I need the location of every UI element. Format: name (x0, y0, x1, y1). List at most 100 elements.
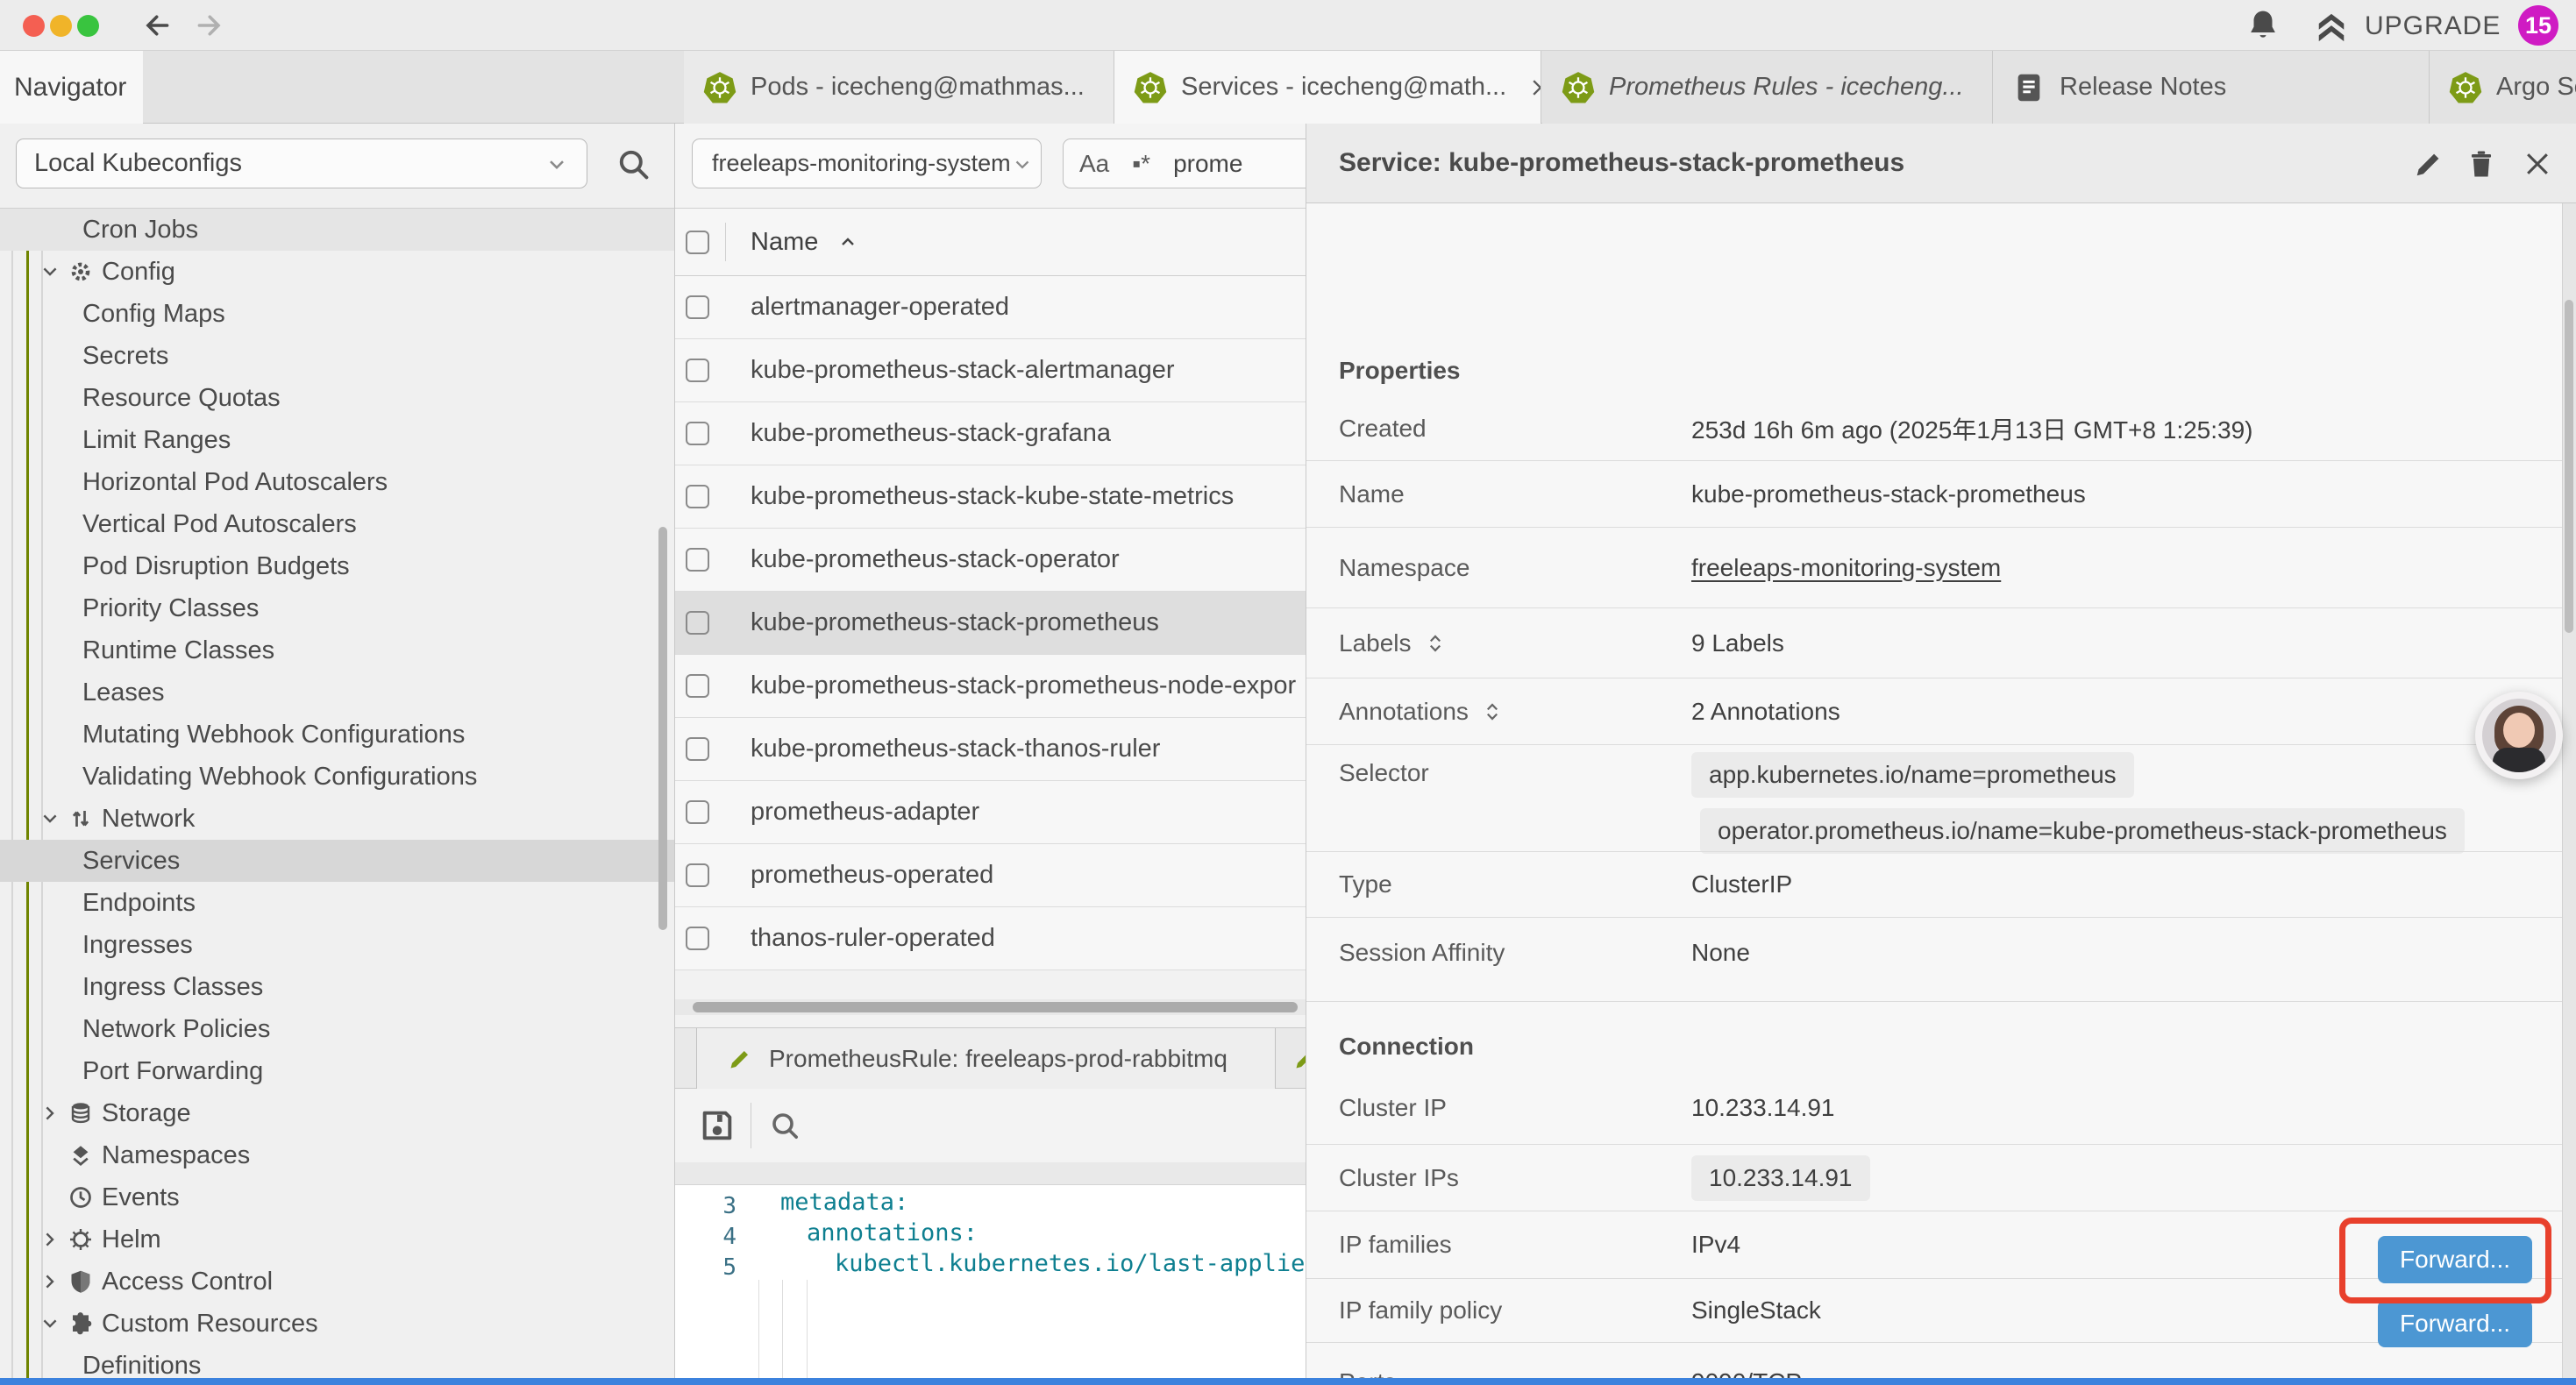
scrollbar-thumb[interactable] (2565, 300, 2573, 633)
table-row[interactable]: alertmanager-operated (675, 276, 1306, 339)
tab-release-notes[interactable]: Release Notes (1993, 51, 2430, 124)
chevron-down-icon[interactable] (39, 1313, 62, 1334)
avatar[interactable] (2475, 692, 2563, 779)
table-row[interactable]: prometheus-adapter (675, 781, 1306, 844)
table-row[interactable]: thanos-ruler-operated (675, 907, 1306, 970)
sidebar-item-limit-ranges[interactable]: Limit Ranges (0, 419, 675, 461)
tab-prometheus-rules[interactable]: Prometheus Rules - icecheng... (1542, 51, 1993, 124)
sidebar-item-port-forwarding[interactable]: Port Forwarding (0, 1050, 675, 1092)
caret-up-icon[interactable] (837, 231, 858, 252)
row-checkbox[interactable] (686, 485, 709, 508)
row-checkbox[interactable] (686, 800, 709, 824)
list-search-input[interactable]: Aa ▪* prome (1063, 138, 1306, 188)
tab-pods[interactable]: Pods - icecheng@mathmas... (684, 51, 1114, 124)
match-case-icon[interactable]: Aa (1079, 150, 1109, 178)
chevron-right-icon[interactable] (39, 1229, 62, 1250)
dock-tab-prometheusrule[interactable]: PrometheusRule: freeleaps-prod-rabbitmq (696, 1028, 1276, 1090)
close-icon[interactable] (2518, 145, 2557, 183)
sidebar-item-helm[interactable]: Helm (0, 1218, 675, 1261)
sidebar-item-horizontal-pod-autoscalers[interactable]: Horizontal Pod Autoscalers (0, 461, 675, 503)
sidebar-item-definitions[interactable]: Definitions (0, 1345, 675, 1378)
tab-services[interactable]: Services - icecheng@math... (1114, 51, 1541, 124)
window-minimize-button[interactable] (50, 15, 72, 37)
row-checkbox[interactable] (686, 422, 709, 445)
sort-icon[interactable] (1481, 700, 1504, 723)
navigator-panel-tab[interactable]: Navigator (0, 51, 143, 124)
row-checkbox[interactable] (686, 548, 709, 572)
sidebar-item-access-control[interactable]: Access Control (0, 1261, 675, 1303)
sidebar-item-runtime-classes[interactable]: Runtime Classes (0, 629, 675, 671)
bell-icon[interactable] (2245, 7, 2281, 44)
sidebar-scrollbar[interactable] (658, 527, 667, 930)
forward-icon[interactable] (195, 10, 226, 41)
namespace-filter-dropdown[interactable]: freeleaps-monitoring-system (692, 138, 1042, 188)
column-header-name[interactable]: Name (751, 228, 818, 257)
save-icon[interactable] (698, 1106, 737, 1145)
edit-pencil-icon[interactable] (2409, 145, 2448, 183)
table-row[interactable]: kube-prometheus-stack-thanos-ruler (675, 718, 1306, 781)
chevron-down-icon[interactable] (39, 261, 62, 282)
row-checkbox[interactable] (686, 674, 709, 698)
cluster-selector-dropdown[interactable]: Local Kubeconfigs (16, 138, 587, 188)
window-zoom-button[interactable] (77, 15, 99, 37)
row-checkbox[interactable] (686, 737, 709, 761)
scrollbar-thumb[interactable] (693, 1002, 1298, 1012)
sidebar-item-endpoints[interactable]: Endpoints (0, 882, 675, 924)
sidebar-item-config-maps[interactable]: Config Maps (0, 293, 675, 335)
chevron-right-icon[interactable] (39, 1271, 62, 1292)
notifications-badge[interactable]: 15 (2518, 5, 2558, 46)
table-row[interactable]: kube-prometheus-stack-operator (675, 529, 1306, 592)
window-close-button[interactable] (23, 15, 45, 37)
table-row[interactable]: kube-prometheus-stack-alertmanager (675, 339, 1306, 402)
upgrade-icon[interactable] (2311, 7, 2352, 47)
row-checkbox[interactable] (686, 295, 709, 319)
search-icon[interactable] (614, 145, 652, 183)
delete-trash-icon[interactable] (2462, 145, 2501, 183)
sidebar-item-vertical-pod-autoscalers[interactable]: Vertical Pod Autoscalers (0, 503, 675, 545)
sidebar-item-secrets[interactable]: Secrets (0, 335, 675, 377)
sidebar-item-services[interactable]: Services (0, 840, 675, 882)
sidebar-item-namespaces[interactable]: Namespaces (0, 1134, 675, 1176)
regex-icon[interactable]: ▪* (1132, 150, 1150, 178)
table-row-selected[interactable]: kube-prometheus-stack-prometheus (675, 592, 1306, 655)
sidebar-item-network[interactable]: Network (0, 798, 675, 840)
table-row[interactable]: kube-prometheus-stack-grafana (675, 402, 1306, 465)
sort-icon[interactable] (1424, 632, 1447, 655)
sidebar-item-resource-quotas[interactable]: Resource Quotas (0, 377, 675, 419)
chevron-down-icon[interactable] (39, 808, 62, 829)
row-checkbox[interactable] (686, 927, 709, 950)
back-icon[interactable] (140, 10, 172, 41)
select-all-checkbox[interactable] (686, 231, 709, 254)
sidebar-item-mutating-webhook-configurations[interactable]: Mutating Webhook Configurations (0, 714, 675, 756)
sidebar-item-ingresses[interactable]: Ingresses (0, 924, 675, 966)
row-checkbox[interactable] (686, 863, 709, 887)
sidebar-item-events[interactable]: Events (0, 1176, 675, 1218)
sidebar-item-network-policies[interactable]: Network Policies (0, 1008, 675, 1050)
horizontal-scrollbar[interactable] (675, 999, 1306, 1015)
forward-button[interactable]: Forward... (2378, 1300, 2532, 1347)
namespace-link[interactable]: freeleaps-monitoring-system (1691, 554, 2001, 582)
table-row[interactable]: kube-prometheus-stack-prometheus-node-ex… (675, 655, 1306, 718)
sidebar-item-cron-jobs[interactable]: Cron Jobs (0, 209, 675, 251)
row-checkbox[interactable] (686, 611, 709, 635)
sidebar-item-priority-classes[interactable]: Priority Classes (0, 587, 675, 629)
yaml-editor[interactable]: 3 metadata: 4 annotations: 5 kubectl.kub… (675, 1185, 1306, 1378)
chevron-right-icon[interactable] (39, 1103, 62, 1124)
sidebar-item-custom-resources[interactable]: Custom Resources (0, 1303, 675, 1345)
sidebar-item-ingress-classes[interactable]: Ingress Classes (0, 966, 675, 1008)
sidebar-item-config[interactable]: Config (0, 251, 675, 293)
sidebar-item-validating-webhook-configurations[interactable]: Validating Webhook Configurations (0, 756, 675, 798)
dock-tab-partial[interactable] (1277, 1028, 1306, 1090)
sidebar-item-leases[interactable]: Leases (0, 671, 675, 714)
close-tab-icon[interactable] (1529, 76, 1541, 99)
tab-argo[interactable]: Argo Se (2430, 51, 2576, 124)
row-checkbox[interactable] (686, 359, 709, 382)
table-row[interactable]: kube-prometheus-stack-kube-state-metrics (675, 465, 1306, 529)
detail-scrollbar[interactable] (2562, 203, 2576, 1378)
upgrade-button[interactable]: UPGRADE (2365, 11, 2501, 41)
editor-search-icon[interactable] (767, 1108, 802, 1143)
sidebar-item-storage[interactable]: Storage (0, 1092, 675, 1134)
port-link[interactable]: 9090/TCP (1691, 1368, 1802, 1378)
sidebar-item-pod-disruption-budgets[interactable]: Pod Disruption Budgets (0, 545, 675, 587)
table-row[interactable]: prometheus-operated (675, 844, 1306, 907)
